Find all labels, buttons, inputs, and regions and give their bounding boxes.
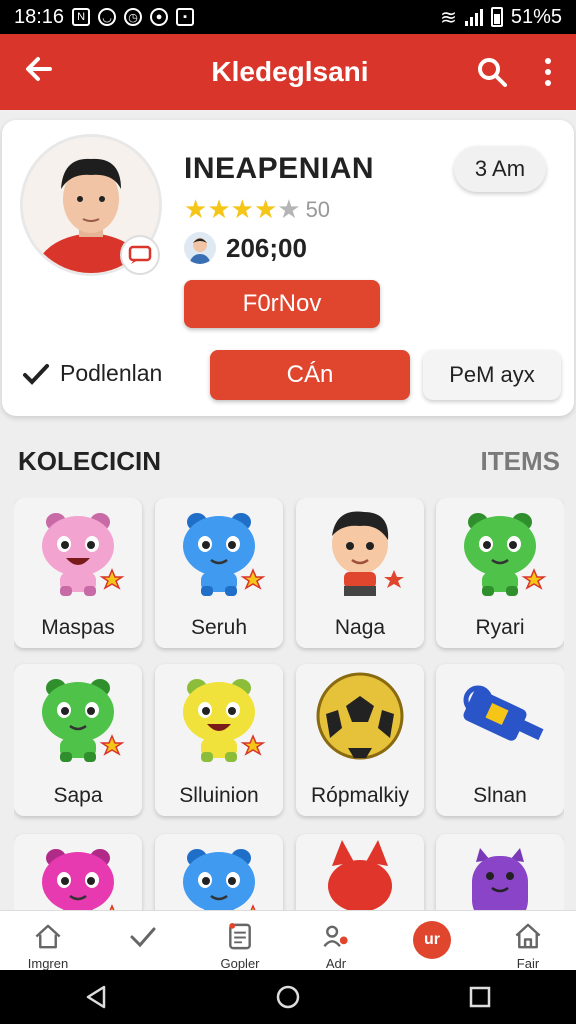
star-filled-icon: ★ [184,194,208,224]
people-icon [323,925,348,947]
blue-bear-icon [183,513,266,596]
star-empty-icon: ★ [277,194,301,224]
collection-item-label: Seruh [190,616,248,639]
profile-name: INEAPENIAN [184,152,375,185]
signal-icon [464,8,483,26]
coin-balance: 206;00 [184,232,307,264]
message-button[interactable]: PeM ayx [423,350,561,400]
pink-bear-icon [42,513,125,596]
nav-item[interactable]: Adr [288,911,384,971]
nav-label: Fair [516,956,540,971]
coin-value: 206;00 [226,232,307,263]
nav-item[interactable] [96,911,192,971]
list-icon [229,922,251,950]
badge-icon: ur [413,921,451,959]
nav-item[interactable]: Imgren [0,911,96,971]
house-icon [515,923,541,949]
home-nav-icon[interactable] [275,984,301,1010]
collection-header: KOLECICIN ITEMS [18,446,560,477]
collection-item[interactable]: Maspas [14,498,142,648]
status-bar: 18:16 N ◡ ◷ ● ▪ ≋ 51%5 [0,0,576,34]
page-title: Kledeglsani [211,56,369,87]
collection-item[interactable]: Sapa [14,664,142,816]
purple-blob-icon [472,848,528,910]
whistle-icon [463,685,544,741]
nav-label: Gopler [220,956,260,971]
ball-icon [316,672,404,760]
items-link[interactable]: ITEMS [481,446,560,477]
face-icon: ● [150,8,169,26]
check-icon [130,927,156,948]
time-chip[interactable]: 3 Am [454,146,546,192]
collection-item-label: Sapa [53,784,103,807]
battery-icon [490,7,503,27]
collection-item-label: Naga [334,616,386,639]
collection-item[interactable] [155,834,283,910]
app-bar: Kledeglsani [0,34,576,110]
more-menu-icon[interactable] [520,57,576,87]
wifi-icon: ≋ [440,6,457,29]
collection-item[interactable]: Ryari [436,498,564,648]
green-bear-icon [464,513,547,596]
star-filled-icon: ★ [207,194,231,224]
rating-score: 50 [305,196,331,222]
battery-text: 51%5 [510,5,562,28]
recents-nav-icon[interactable] [468,985,492,1009]
home-icon [35,924,61,949]
nav-label: Adr [325,956,347,971]
star-filled-icon: ★ [230,194,254,224]
check-label: Podlenlan [60,360,163,386]
yellow-bear-icon [183,679,266,762]
nav-item[interactable]: Gopler [192,911,288,971]
red-fox-icon [328,840,392,910]
checkbox-podlenlan[interactable]: Podlenlan [22,360,162,387]
image-icon: ▪ [176,8,195,26]
rating-stars: ★★★★★ 50 [184,194,330,225]
collection-item[interactable] [296,834,424,910]
nav-label: Imgren [27,956,69,971]
search-icon[interactable] [464,56,520,88]
collection-item-label: Maspas [41,616,115,639]
bottom-nav: Imgren Gopler Adr ur Fair [0,910,576,971]
back-nav-icon[interactable] [84,984,108,1010]
collection-item[interactable] [436,834,564,910]
mini-avatar-icon [184,232,216,264]
collection-item-label: Rópmalkiy [310,784,410,807]
collection-item[interactable]: Seruh [155,498,283,648]
message-badge-icon[interactable] [120,235,160,275]
alarm-icon: ◷ [124,8,143,26]
blue-bear-icon [183,849,256,910]
nav-item[interactable]: Fair [480,911,576,971]
collection-title: KOLECICIN [18,446,161,476]
collection-item[interactable]: Rópmalkiy [296,664,424,816]
collection-item-label: Slnan [473,784,527,807]
boy-icon [332,511,404,596]
check-icon [23,363,49,385]
nav-item[interactable]: ur [384,911,480,971]
collection-item[interactable]: Slnan [436,664,564,816]
collection-grid: Maspas Seruh Naga Ryari Sapa Slluinion R… [14,498,564,910]
profile-card: INEAPENIAN ★★★★★ 50 206;00 3 Am F0rNov P… [2,120,574,416]
no-sim-icon: N [72,8,91,26]
collection-item[interactable]: Naga [296,498,424,648]
collection-item-label: Ryari [475,616,525,639]
magenta-bear-icon [42,849,115,910]
back-arrow-icon[interactable] [0,53,76,92]
collection-item[interactable]: Slluinion [155,664,283,816]
star-filled-icon: ★ [253,194,278,224]
green-bear-icon [42,679,125,762]
chat-button[interactable]: CÁn [210,350,410,400]
follow-button[interactable]: F0rNov [184,280,380,328]
smile-icon: ◡ [98,8,117,26]
collection-item[interactable] [14,834,142,910]
status-time: 18:16 [14,5,65,28]
system-nav [0,970,576,1024]
collection-item-label: Slluinion [179,784,259,807]
